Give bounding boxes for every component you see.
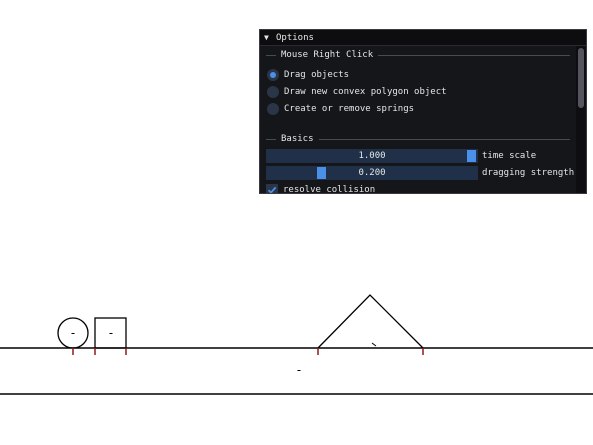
radio-button[interactable] [267, 86, 279, 98]
resolve-collision-label: resolve collision [283, 185, 376, 194]
slider-grab[interactable] [317, 167, 326, 179]
options-title-bar[interactable]: ▼ Options [260, 30, 586, 46]
collapse-arrow-icon[interactable]: ▼ [264, 33, 276, 42]
time-scale-slider-row: 1.000 time scale [266, 149, 536, 163]
radio-label: Draw new convex polygon object [284, 87, 447, 97]
time-scale-slider[interactable]: 1.000 [266, 149, 478, 163]
checkmark-icon [267, 186, 277, 193]
options-window[interactable]: ▼ Options Mouse Right Click Drag objects… [259, 29, 587, 194]
radio-label: Create or remove springs [284, 104, 415, 114]
options-title: Options [276, 32, 314, 43]
dragging-strength-label: dragging strength [482, 168, 575, 178]
radio-drag-objects[interactable]: Drag objects [267, 68, 349, 82]
radio-draw-polygon[interactable]: Draw new convex polygon object [267, 85, 447, 99]
time-scale-value: 1.000 [358, 151, 386, 161]
resolve-collision-row[interactable]: resolve collision [266, 183, 376, 194]
options-content: Mouse Right Click Drag objects Draw new … [260, 46, 576, 193]
dragging-strength-slider-row: 0.200 dragging strength [266, 166, 574, 180]
radio-button[interactable] [267, 69, 279, 81]
radio-label: Drag objects [284, 70, 350, 80]
radio-button[interactable] [267, 103, 279, 115]
time-scale-label: time scale [482, 151, 537, 161]
basics-section-label: Basics [281, 134, 314, 144]
triangle-body[interactable] [317, 294, 424, 349]
box-body-label: - [107, 326, 114, 340]
dragging-strength-slider[interactable]: 0.200 [266, 166, 478, 180]
slider-grab[interactable] [467, 150, 476, 162]
resolve-collision-checkbox[interactable] [266, 184, 278, 193]
mouse-section-label: Mouse Right Click [281, 50, 374, 60]
circle-body-label: - [69, 326, 76, 340]
basics-section-separator: Basics [266, 133, 570, 145]
scroll-thumb[interactable] [578, 48, 584, 108]
mouse-section-separator: Mouse Right Click [266, 49, 570, 61]
dragging-strength-value: 0.200 [358, 168, 386, 178]
triangle-tick [371, 342, 377, 347]
options-scrollbar[interactable] [576, 46, 586, 193]
ground-label: - [295, 363, 302, 377]
radio-springs[interactable]: Create or remove springs [267, 102, 414, 116]
